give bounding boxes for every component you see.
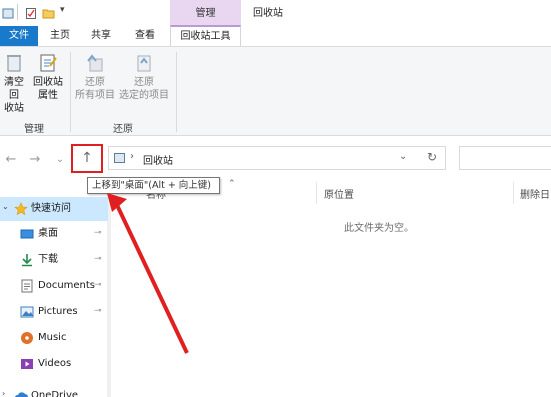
nav-item-desktop[interactable]: 桌面 ⊸: [0, 222, 108, 246]
ribbon-group-divider: [176, 52, 177, 132]
address-history-dropdown[interactable]: ⌄: [399, 151, 407, 162]
up-one-level-button[interactable]: ↑: [71, 144, 103, 173]
nav-label: OneDrive: [31, 390, 79, 397]
videos-icon: [21, 359, 33, 369]
column-divider[interactable]: [513, 182, 514, 204]
back-button[interactable]: ←: [1, 150, 21, 170]
ribbon-group-divider: [70, 52, 71, 132]
restore-selected-icon: [137, 55, 151, 72]
tab-home[interactable]: 主页: [43, 26, 77, 46]
restore-selected-label-2: 选定的项目: [119, 90, 169, 101]
tab-view[interactable]: 查看: [126, 26, 164, 46]
desktop-icon: [20, 229, 34, 239]
download-icon: [22, 254, 32, 267]
restore-selected-label-1: 还原: [134, 77, 154, 88]
pin-icon[interactable]: ⊸: [94, 228, 102, 238]
toolbar-divider: [17, 4, 18, 20]
empty-bin-label-1: 清空回: [4, 77, 24, 101]
refresh-button[interactable]: ↻: [427, 150, 437, 164]
tab-recycle-bin-tools[interactable]: 回收站工具: [170, 25, 241, 46]
customize-toolbar-dropdown[interactable]: ▾: [60, 5, 65, 15]
nav-item-documents[interactable]: Documents ⊸: [0, 274, 108, 298]
nav-item-pictures[interactable]: Pictures ⊸: [0, 300, 108, 324]
breadcrumb-recycle-bin[interactable]: 回收站: [143, 152, 173, 167]
recycle-bin-properties-button[interactable]: 回收站 属性: [32, 52, 64, 102]
pin-icon[interactable]: ⊸: [94, 254, 102, 264]
tab-share[interactable]: 共享: [82, 26, 120, 46]
nav-label: Documents: [38, 280, 96, 291]
nav-item-music[interactable]: Music: [0, 326, 108, 350]
expand-chevron-icon[interactable]: ›: [2, 389, 5, 397]
up-arrow-icon: ↑: [81, 150, 93, 166]
column-header-date-deleted[interactable]: 删除日: [520, 186, 550, 201]
group-label-manage: 管理: [24, 124, 44, 135]
music-icon: [21, 332, 33, 344]
recycle-bin-app-icon: [2, 8, 14, 19]
pin-icon[interactable]: ⊸: [94, 306, 102, 316]
nav-label: Pictures: [38, 306, 78, 317]
tab-file[interactable]: 文件: [0, 26, 38, 46]
column-header-original-location[interactable]: 原位置: [324, 186, 354, 201]
nav-item-quick-access[interactable]: ⌄ 快速访问: [0, 197, 108, 221]
restore-all-items-button[interactable]: 还原 所有项目: [72, 52, 118, 102]
nav-label: Videos: [38, 358, 72, 369]
restore-selected-items-button[interactable]: 还原 选定的项目: [118, 52, 170, 102]
up-button-tooltip: 上移到"桌面"(Alt + 向上键): [87, 177, 220, 194]
recent-locations-dropdown[interactable]: ⌄: [53, 150, 67, 170]
breadcrumb-separator[interactable]: ›: [130, 151, 134, 162]
empty-recycle-bin-button[interactable]: 清空回 收站: [0, 52, 28, 115]
nav-label: 下载: [38, 254, 58, 265]
properties-sheet-icon: [40, 54, 57, 72]
restore-all-icon: [87, 54, 103, 72]
pin-icon[interactable]: ⊸: [94, 280, 102, 290]
group-label-restore: 还原: [113, 124, 133, 135]
file-list-area[interactable]: [111, 183, 551, 397]
nav-label: Music: [38, 332, 67, 343]
nav-label-quick-access: 快速访问: [31, 203, 71, 214]
empty-bin-label-2: 收站: [4, 103, 24, 114]
nav-label: 桌面: [38, 228, 58, 239]
context-group-label: 管理: [195, 8, 216, 19]
context-tab-header: 管理: [170, 0, 241, 26]
recycle-bin-icon: [7, 55, 21, 72]
nav-item-videos[interactable]: Videos: [0, 352, 108, 376]
restore-all-label-2: 所有项目: [75, 90, 115, 101]
forward-button[interactable]: →: [25, 150, 45, 170]
restore-all-label-1: 还原: [85, 77, 105, 88]
cloud-icon: [15, 392, 28, 397]
nav-item-downloads[interactable]: 下载 ⊸: [0, 248, 108, 272]
sort-ascending-icon: ⌃: [228, 179, 236, 189]
recycle-bin-location-icon: [114, 153, 125, 163]
bin-props-label-2: 属性: [38, 90, 58, 101]
window-title: 回收站: [253, 8, 283, 19]
star-icon: [14, 202, 28, 216]
nav-item-onedrive[interactable]: › OneDrive: [0, 384, 108, 397]
properties-icon[interactable]: [25, 7, 37, 19]
column-divider[interactable]: [316, 182, 317, 204]
bin-props-label-1: 回收站: [33, 77, 63, 88]
expand-chevron-icon[interactable]: ⌄: [2, 202, 9, 211]
pictures-icon: [20, 306, 34, 318]
search-input[interactable]: [459, 146, 551, 170]
new-folder-icon[interactable]: [42, 7, 55, 19]
documents-icon: [21, 279, 33, 293]
empty-folder-message: 此文件夹为空。: [344, 223, 414, 234]
